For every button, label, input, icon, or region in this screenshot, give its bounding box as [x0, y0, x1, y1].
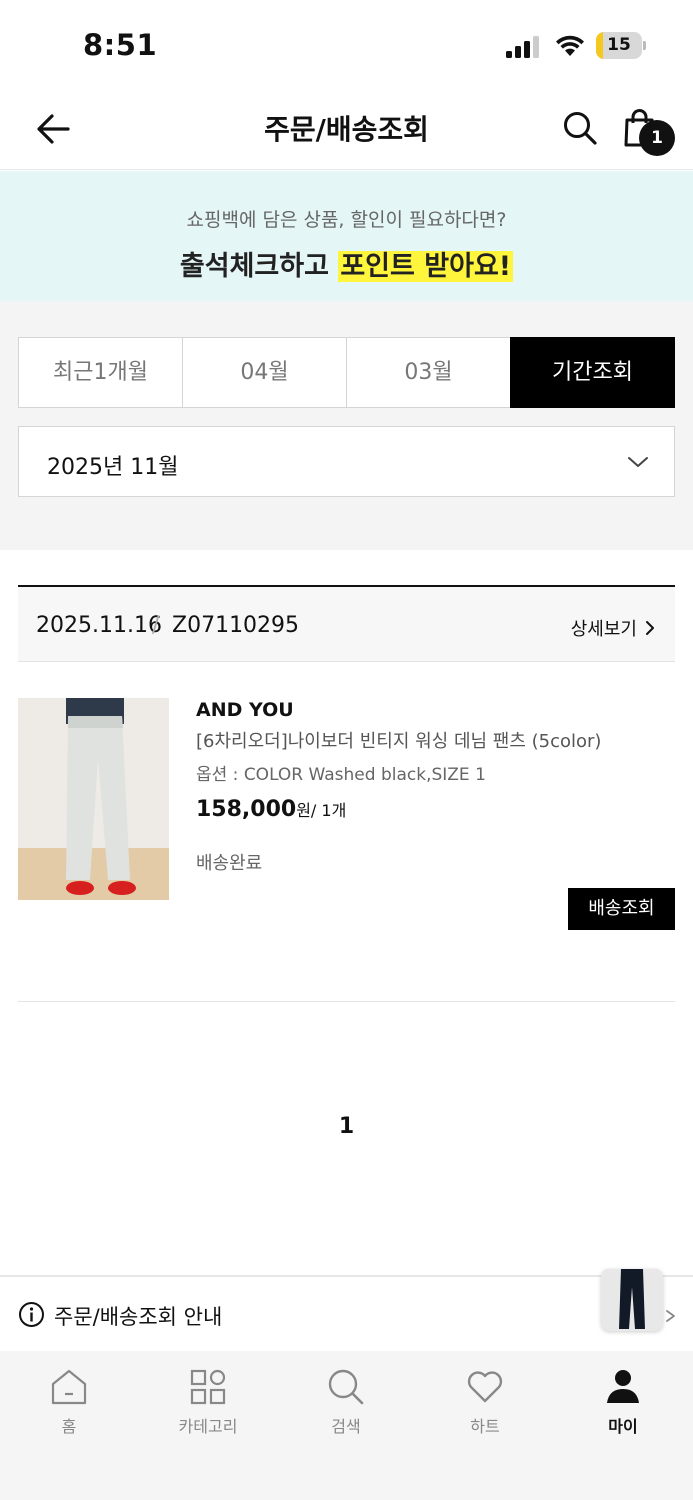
- month-select-value: 2025년 11월: [47, 455, 179, 480]
- promo-banner[interactable]: 쇼핑백에 담은 상품, 할인이 필요하다면? 출석체크하고 포인트 받아요!: [0, 171, 693, 301]
- nav-category[interactable]: 카테고리: [158, 1367, 258, 1437]
- person-icon: [607, 1370, 639, 1403]
- recent-product-thumbnail[interactable]: [601, 1269, 663, 1331]
- home-icon: [51, 1369, 87, 1405]
- nav-my-label: 마이: [608, 1417, 638, 1436]
- product-info: AND YOU [6차리오더]나이보더 빈티지 워싱 데님 팬츠 (5color…: [196, 698, 675, 875]
- period-tabs: 최근1개월 04월 03월 기간조회: [18, 337, 675, 408]
- banner-title-text: 출석체크하고: [179, 251, 339, 282]
- price-value: 158,000: [196, 797, 297, 822]
- info-icon: [19, 1302, 44, 1327]
- shipping-status: 배송완료: [196, 853, 263, 874]
- order-number: Z07110295: [172, 613, 300, 638]
- nav-heart[interactable]: 하트: [435, 1367, 535, 1437]
- search-icon: [328, 1369, 364, 1405]
- product-option: 옵션 : COLOR Washed black,SIZE 1: [196, 765, 486, 785]
- banner-title: 출석체크하고 포인트 받아요!: [0, 244, 693, 283]
- category-icon: [190, 1369, 226, 1405]
- nav-my[interactable]: 마이: [573, 1367, 673, 1437]
- chevron-down-icon: [628, 457, 648, 467]
- order-detail-link[interactable]: 상세보기: [571, 615, 655, 641]
- nav-search[interactable]: 검색: [296, 1367, 396, 1437]
- price-unit: 원/ 1개: [296, 801, 347, 820]
- page-header: 주문/배송조회 1: [0, 90, 693, 170]
- pagination-current-page[interactable]: 1: [0, 1114, 693, 1139]
- month-select[interactable]: 2025년 11월: [18, 426, 675, 497]
- product-name[interactable]: [6차리오더]나이보더 빈티지 워싱 데님 팬츠 (5color): [196, 730, 675, 754]
- product-brand[interactable]: AND YOU: [196, 698, 675, 722]
- nav-home-label: 홈: [61, 1417, 77, 1436]
- status-bar: 8:51 15: [0, 0, 693, 90]
- cellular-signal-icon: [506, 36, 539, 58]
- product-image[interactable]: [18, 698, 169, 900]
- period-filter: 최근1개월 04월 03월 기간조회 2025년 11월: [0, 301, 693, 550]
- order-header: 2025.11.16 / Z07110295 상세보기: [18, 585, 675, 662]
- nav-category-label: 카테고리: [178, 1417, 238, 1436]
- nav-search-label: 검색: [331, 1417, 361, 1436]
- chevron-right-icon: [646, 621, 654, 635]
- tab-period-search[interactable]: 기간조회: [510, 337, 675, 408]
- search-icon[interactable]: [562, 110, 598, 146]
- tab-recent-1-month[interactable]: 최근1개월: [18, 337, 183, 408]
- nav-heart-label: 하트: [470, 1417, 500, 1436]
- status-time: 8:51: [83, 28, 158, 62]
- battery-icon: 15: [596, 32, 646, 59]
- order-detail-label: 상세보기: [570, 619, 637, 640]
- heart-icon: [467, 1371, 503, 1403]
- order-guide-row[interactable]: 주문/배송조회 안내: [0, 1275, 693, 1351]
- order-date: 2025.11.16: [36, 613, 162, 638]
- banner-subtitle: 쇼핑백에 담은 상품, 할인이 필요하다면?: [186, 209, 507, 231]
- divider: [18, 1001, 675, 1002]
- bottom-navigation: 홈 카테고리 검색 하트 마이: [0, 1351, 693, 1500]
- banner-title-highlight: 포인트 받아요!: [338, 251, 514, 282]
- battery-level: 15: [607, 35, 631, 55]
- order-guide-label: 주문/배송조회 안내: [54, 1305, 223, 1329]
- tab-march[interactable]: 03월: [346, 337, 511, 408]
- track-delivery-button[interactable]: 배송조회: [568, 888, 675, 930]
- chevron-right-icon: [666, 1310, 675, 1322]
- wifi-icon: [556, 35, 584, 56]
- nav-home[interactable]: 홈: [19, 1367, 119, 1437]
- cart-count-badge: 1: [639, 120, 675, 156]
- order-separator: /: [152, 613, 160, 638]
- tab-april[interactable]: 04월: [182, 337, 347, 408]
- product-price: 158,000원/ 1개: [196, 796, 675, 825]
